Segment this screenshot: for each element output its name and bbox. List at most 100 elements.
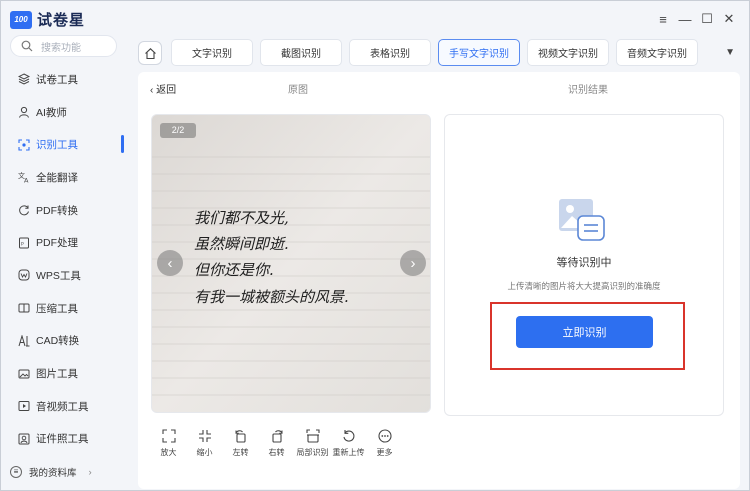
tab-screenshot-recognition[interactable]: 截图识别 (260, 39, 342, 66)
minimize-icon[interactable]: — (674, 10, 696, 28)
rotate-right-button[interactable]: 右转 (259, 429, 294, 458)
tab-audio-recognition[interactable]: 音频文字识别 (616, 39, 698, 66)
sidebar-item-label: 识别工具 (36, 139, 78, 152)
compress-icon (18, 303, 30, 313)
sidebar-item-id-photo[interactable]: 证件照工具 (1, 423, 124, 456)
sidebar-item-av-tools[interactable]: 音视频工具 (1, 390, 124, 423)
sidebar-item-label: 音视频工具 (36, 400, 89, 413)
sidebar-nav: 试卷工具 AI教师 识别工具 文A 全能翻译 PDF转换 P PDF处理 WPS… (1, 63, 124, 455)
sidebar-item-label: 图片工具 (36, 368, 78, 381)
pdf-icon: P (19, 237, 29, 249)
next-image-button[interactable]: › (400, 250, 426, 276)
my-library-link[interactable]: ≡ 我的资料库 › (10, 465, 92, 479)
search-input[interactable]: 搜索功能 (10, 35, 117, 57)
more-button[interactable]: 更多 (367, 429, 402, 458)
more-label: 更多 (376, 448, 393, 457)
search-placeholder: 搜索功能 (41, 42, 81, 54)
result-panel: 等待识别中 上传清晰的图片将大大提高识别的准确度 立即识别 (444, 114, 724, 416)
sidebar-item-label: 全能翻译 (36, 171, 78, 184)
zoom-in-icon (161, 429, 176, 443)
image-recognition-placeholder-icon (559, 199, 605, 241)
home-icon (144, 47, 156, 59)
sidebar-item-translate[interactable]: 文A 全能翻译 (1, 161, 124, 194)
image-toolbar: 放大 缩小 左转 右转 局部识别 重新上传 更多 (151, 429, 403, 458)
result-label: 识别结果 (568, 85, 608, 96)
sidebar-item-ai-teacher[interactable]: AI教师 (1, 96, 124, 129)
recognition-status: 等待识别中 (556, 257, 612, 269)
original-image-preview: 我们都不及光, 虽然瞬间即逝. 但你还是你. 有我一城被额头的风景. 2/2 ‹… (151, 114, 431, 413)
sidebar-item-label: PDF转换 (36, 204, 78, 217)
convert-icon (19, 205, 29, 216)
sidebar-item-label: PDF处理 (36, 237, 78, 250)
zoom-in-label: 放大 (160, 448, 177, 457)
back-label: 返回 (156, 85, 177, 96)
search-icon (21, 40, 33, 52)
more-icon (377, 429, 392, 443)
tab-table-recognition[interactable]: 表格识别 (349, 39, 431, 66)
rotate-left-button[interactable]: 左转 (223, 429, 258, 458)
sidebar-item-label: CAD转换 (36, 335, 80, 348)
reupload-label: 重新上传 (332, 448, 365, 457)
zoom-in-button[interactable]: 放大 (151, 429, 186, 458)
logo-badge: 100 (10, 10, 32, 29)
page-indicator: 2/2 (160, 123, 196, 138)
sidebar-item-image-tools[interactable]: 图片工具 (1, 357, 124, 390)
id-photo-icon (18, 433, 30, 445)
handwriting-line-1: 我们都不及光, (194, 209, 289, 227)
zoom-out-label: 缩小 (196, 448, 213, 457)
wps-icon (18, 269, 30, 281)
sidebar-item-cad-convert[interactable]: CAD转换 (1, 325, 124, 358)
chevron-right-icon: › (88, 466, 92, 478)
tabs-more-dropdown-icon[interactable]: ▼ (725, 47, 735, 58)
library-label: 我的资料库 (29, 468, 77, 479)
sidebar-item-compress[interactable]: 压缩工具 (1, 292, 124, 325)
back-button[interactable]: ‹ 返回 (150, 81, 176, 96)
main-panel: ‹ 返回 原图 识别结果 我们都不及光, 虽然瞬间即逝. 但你还是你. 有我一城… (138, 72, 740, 489)
main-header: ‹ 返回 原图 识别结果 (138, 72, 740, 102)
tab-video-recognition[interactable]: 视频文字识别 (527, 39, 609, 66)
sidebar-item-label: 压缩工具 (36, 302, 78, 315)
sidebar-item-label: 试卷工具 (36, 73, 78, 86)
top-bar: ≡ — ☐ ✕ 文字识别 截图识别 表格识别 手写文字识别 视频文字识别 音频文… (124, 1, 750, 71)
partial-recognize-button[interactable]: 局部识别 (295, 429, 330, 458)
zoom-out-icon (198, 430, 211, 442)
handwriting-line-2: 虽然瞬间即逝. (194, 235, 289, 253)
home-button[interactable] (138, 41, 162, 65)
close-icon[interactable]: ✕ (718, 10, 740, 28)
partial-recognize-icon (305, 429, 320, 443)
teacher-icon (19, 106, 29, 118)
zoom-out-button[interactable]: 缩小 (187, 429, 222, 458)
chevron-right-icon: › (410, 254, 416, 272)
svg-text:A: A (24, 177, 29, 184)
cad-icon (18, 334, 30, 347)
sidebar-item-wps-tools[interactable]: WPS工具 (1, 259, 124, 292)
window-controls: ≡ — ☐ ✕ (652, 10, 740, 28)
sidebar-item-label: WPS工具 (36, 269, 81, 282)
app-name: 试卷星 (37, 12, 86, 29)
sidebar-item-pdf-process[interactable]: P PDF处理 (1, 226, 124, 259)
prev-image-button[interactable]: ‹ (157, 250, 183, 276)
tab-text-recognition[interactable]: 文字识别 (171, 39, 253, 66)
sidebar-item-label: AI教师 (36, 106, 67, 119)
rotate-left-label: 左转 (232, 448, 249, 457)
sidebar-item-label: 证件照工具 (36, 433, 89, 446)
tab-handwriting-recognition[interactable]: 手写文字识别 (438, 39, 520, 66)
reupload-button[interactable]: 重新上传 (331, 429, 366, 458)
chevron-left-icon: ‹ (167, 254, 173, 272)
original-image-label: 原图 (288, 85, 308, 96)
translate-icon: 文A (18, 171, 29, 184)
reupload-icon (342, 430, 354, 442)
partial-recognize-label: 局部识别 (296, 448, 329, 457)
maximize-icon[interactable]: ☐ (696, 10, 718, 28)
sidebar-item-exam-tools[interactable]: 试卷工具 (1, 63, 124, 96)
handwriting-line-3: 但你还是你. (194, 261, 274, 279)
upload-tip: 上传清晰的图片将大大提高识别的准确度 (507, 281, 661, 291)
menu-icon[interactable]: ≡ (652, 10, 674, 28)
app-logo: 100 试卷星 (10, 9, 85, 30)
rotate-right-label: 右转 (268, 448, 285, 457)
library-icon: ≡ (10, 466, 22, 478)
sidebar-item-recognition-tools[interactable]: 识别工具 (1, 128, 124, 161)
sidebar-item-pdf-convert[interactable]: PDF转换 (1, 194, 124, 227)
recognize-now-button[interactable]: 立即识别 (516, 316, 653, 348)
tool-tabs: 文字识别 截图识别 表格识别 手写文字识别 视频文字识别 音频文字识别 (171, 39, 705, 66)
